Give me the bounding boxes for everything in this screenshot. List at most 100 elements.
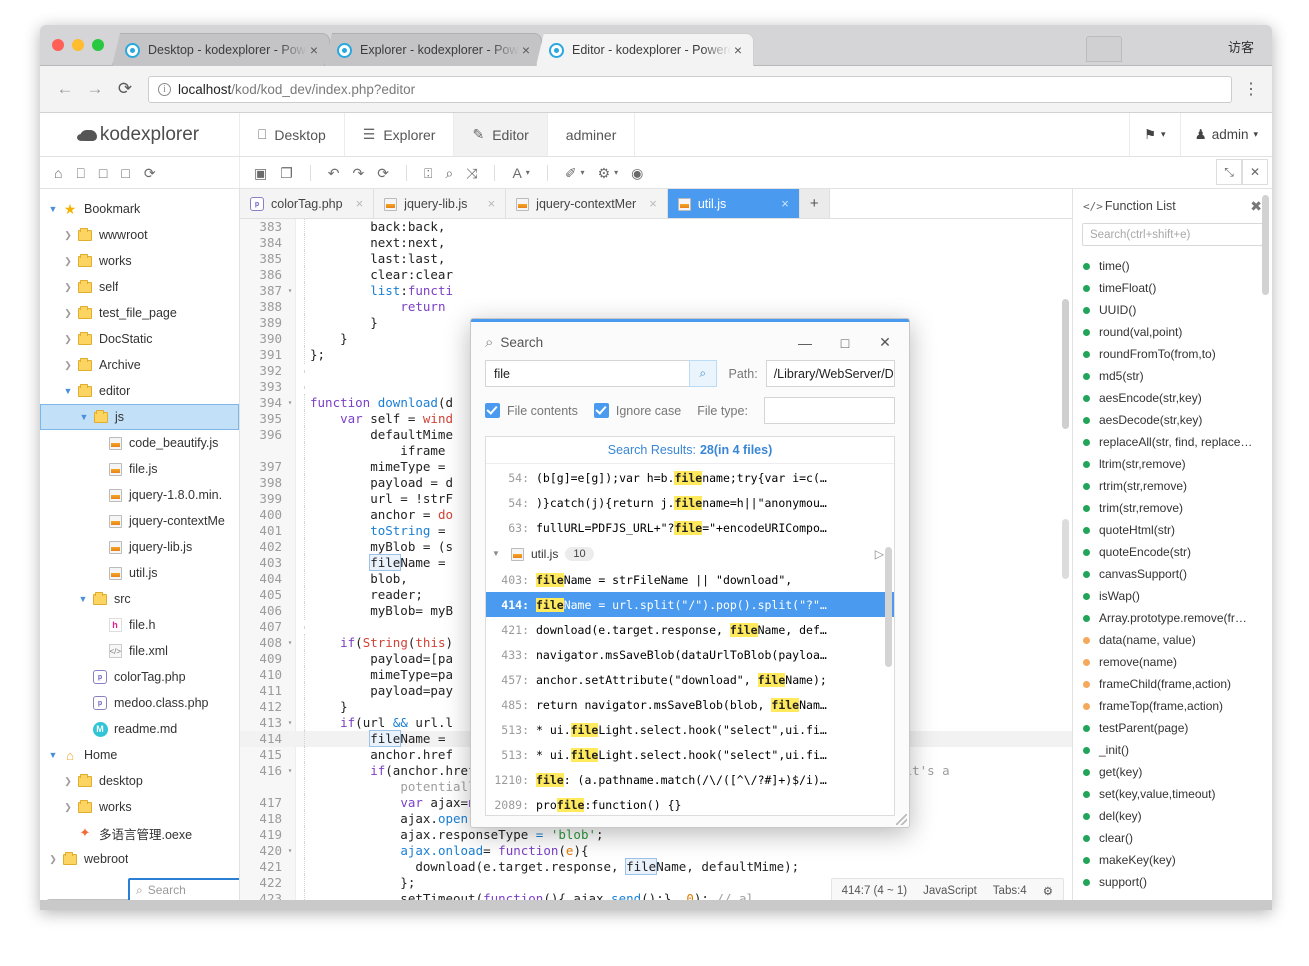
- tree-item[interactable]: ❯ wwwroot: [40, 222, 239, 248]
- function-item[interactable]: aesDecode(str,key): [1073, 409, 1272, 431]
- close-icon[interactable]: ×: [643, 196, 657, 211]
- close-window-button[interactable]: [52, 39, 64, 51]
- search-result-row[interactable]: 457: anchor.setAttribute("download", fil…: [486, 667, 894, 692]
- reload-icon[interactable]: ⟳: [377, 166, 389, 180]
- function-item[interactable]: quoteEncode(str): [1073, 541, 1272, 563]
- chevron-right-icon[interactable]: ❯: [61, 360, 75, 371]
- function-item[interactable]: timeFloat(): [1073, 277, 1272, 299]
- chevron-right-icon[interactable]: ❯: [61, 776, 75, 787]
- desktop-icon[interactable]: ⎕: [76, 166, 84, 180]
- function-item[interactable]: roundFromTo(from,to): [1073, 343, 1272, 365]
- function-item[interactable]: UUID(): [1073, 299, 1272, 321]
- search-dialog[interactable]: ⌕ Search — □ ✕ file ⌕ Path: /Library/Web…: [470, 318, 910, 828]
- chevron-right-icon[interactable]: ❯: [61, 256, 75, 267]
- tree-item[interactable]: ❯ webroot: [40, 846, 239, 872]
- tree-item[interactable]: ✦ 多语言管理.oexe: [40, 820, 239, 846]
- close-icon[interactable]: ×: [307, 42, 321, 58]
- theme-caret[interactable]: ▾: [581, 169, 585, 177]
- fold-icon[interactable]: ▾: [284, 395, 296, 411]
- app-logo[interactable]: kodexplorer: [40, 113, 240, 156]
- gear-icon[interactable]: ⚙: [1043, 884, 1053, 898]
- save-icon[interactable]: ▣: [254, 166, 267, 180]
- search-result-row[interactable]: 485: return navigator.msSaveBlob(blob, f…: [486, 692, 894, 717]
- function-item[interactable]: remove(name): [1073, 651, 1272, 673]
- resize-handle[interactable]: [896, 814, 907, 825]
- search-result-row[interactable]: 433: navigator.msSaveBlob(dataUrlToBlob(…: [486, 642, 894, 667]
- tree-item[interactable]: p medoo.class.php: [40, 690, 239, 716]
- browser-menu-button[interactable]: ⋮: [1240, 79, 1262, 99]
- open-folder-icon[interactable]: ▷: [875, 547, 884, 561]
- function-item[interactable]: md5(str): [1073, 365, 1272, 387]
- function-item[interactable]: round(val,point): [1073, 321, 1272, 343]
- chevron-down-icon[interactable]: ▼: [492, 549, 504, 558]
- close-icon[interactable]: ×: [519, 42, 533, 58]
- fold-icon[interactable]: ▾: [284, 843, 296, 859]
- search-result-row[interactable]: 513: * ui.fileLight.select.hook("select"…: [486, 742, 894, 767]
- fold-icon[interactable]: ▾: [284, 715, 296, 731]
- sidebar-search-input[interactable]: ⌕ Search: [128, 878, 240, 902]
- tree-item[interactable]: jquery-contextMe: [40, 508, 239, 534]
- close-icon[interactable]: ✕: [865, 326, 905, 360]
- file-contents-checkbox[interactable]: [485, 403, 500, 418]
- function-item[interactable]: get(key): [1073, 761, 1272, 783]
- function-item[interactable]: rtrim(str,remove): [1073, 475, 1272, 497]
- folder-icon[interactable]: □: [99, 166, 107, 180]
- file-tab[interactable]: jquery-contextMer ×: [506, 189, 668, 218]
- tree-item[interactable]: code_beautify.js: [40, 430, 239, 456]
- function-list-scrollbar[interactable]: [1262, 195, 1269, 295]
- tree-item[interactable]: h file.h: [40, 612, 239, 638]
- close-icon[interactable]: ✖: [1250, 198, 1262, 215]
- search-result-row[interactable]: 513: * ui.fileLight.select.hook("select"…: [486, 717, 894, 742]
- file-tab[interactable]: p colorTag.php ×: [240, 189, 374, 218]
- user-menu[interactable]: ♟ admin ▾: [1180, 113, 1272, 156]
- browser-tab[interactable]: Editor - kodexplorer - Powered ×: [536, 33, 754, 66]
- settings-icon[interactable]: ⚙: [598, 166, 611, 180]
- function-item[interactable]: makeKey(key): [1073, 849, 1272, 871]
- window-controls[interactable]: [52, 39, 104, 51]
- chevron-right-icon[interactable]: ❯: [61, 230, 75, 241]
- fold-icon[interactable]: ▾: [284, 283, 296, 299]
- undo-icon[interactable]: ↶: [328, 166, 340, 180]
- search-result-row[interactable]: 54: (b[g]=e[g]);var h=b.filename;try{var…: [486, 465, 894, 490]
- function-item[interactable]: clear(): [1073, 827, 1272, 849]
- app-nav-editor[interactable]: ✎ Editor: [454, 113, 547, 156]
- home-icon[interactable]: ⌂: [54, 166, 62, 180]
- save-as-icon[interactable]: ❐: [280, 166, 293, 180]
- minimize-window-button[interactable]: [72, 39, 84, 51]
- chevron-down-icon[interactable]: ▼: [46, 750, 60, 760]
- tree-item[interactable]: ▼★ Bookmark: [40, 196, 239, 222]
- function-item[interactable]: data(name, value): [1073, 629, 1272, 651]
- search-query-input[interactable]: file: [485, 360, 690, 387]
- function-item[interactable]: support(): [1073, 871, 1272, 893]
- function-item[interactable]: aesEncode(str,key): [1073, 387, 1272, 409]
- app-nav-adminer[interactable]: adminer: [548, 113, 636, 156]
- browser-tab[interactable]: Desktop - kodexplorer - Powered ×: [112, 33, 330, 66]
- tree-item[interactable]: jquery-1.8.0.min.: [40, 482, 239, 508]
- guest-label[interactable]: 访客: [1228, 37, 1254, 56]
- chevron-down-icon[interactable]: ▼: [61, 386, 75, 396]
- tree-item[interactable]: util.js: [40, 560, 239, 586]
- editor-vertical-scrollbar-secondary[interactable]: [1062, 519, 1069, 579]
- search-result-row[interactable]: 403: fileName = strFileName || "download…: [486, 567, 894, 592]
- function-item[interactable]: _init(): [1073, 739, 1272, 761]
- tree-item[interactable]: ❯ desktop: [40, 768, 239, 794]
- chevron-down-icon[interactable]: ▼: [46, 204, 60, 214]
- search-submit-button[interactable]: ⌕: [689, 360, 717, 387]
- site-info-icon[interactable]: i: [158, 83, 171, 96]
- chevron-right-icon[interactable]: ❯: [61, 334, 75, 345]
- chevron-right-icon[interactable]: ❯: [61, 308, 75, 319]
- close-icon[interactable]: ×: [775, 196, 789, 211]
- search-result-row[interactable]: 1210: file: (a.pathname.match(/\/([^\/?#…: [486, 767, 894, 792]
- tab-size-label[interactable]: Tabs:4: [993, 885, 1027, 897]
- search-result-row[interactable]: 2089: profile:function() {}: [486, 792, 894, 815]
- maximize-icon[interactable]: □: [825, 326, 865, 360]
- search-result-row[interactable]: 414: fileName = url.split("/").pop().spl…: [486, 592, 894, 617]
- fold-icon[interactable]: ▾: [284, 635, 296, 651]
- new-file-tab-button[interactable]: +: [800, 189, 830, 218]
- file-type-input[interactable]: [764, 397, 895, 424]
- tree-item[interactable]: ❯ Archive: [40, 352, 239, 378]
- close-icon[interactable]: ×: [731, 42, 745, 58]
- search-result-row[interactable]: 54: )}catch(j){return j.filename=h||"ano…: [486, 490, 894, 515]
- language-menu[interactable]: ⚑ ▾: [1129, 113, 1180, 156]
- file-tab[interactable]: util.js ×: [668, 189, 800, 218]
